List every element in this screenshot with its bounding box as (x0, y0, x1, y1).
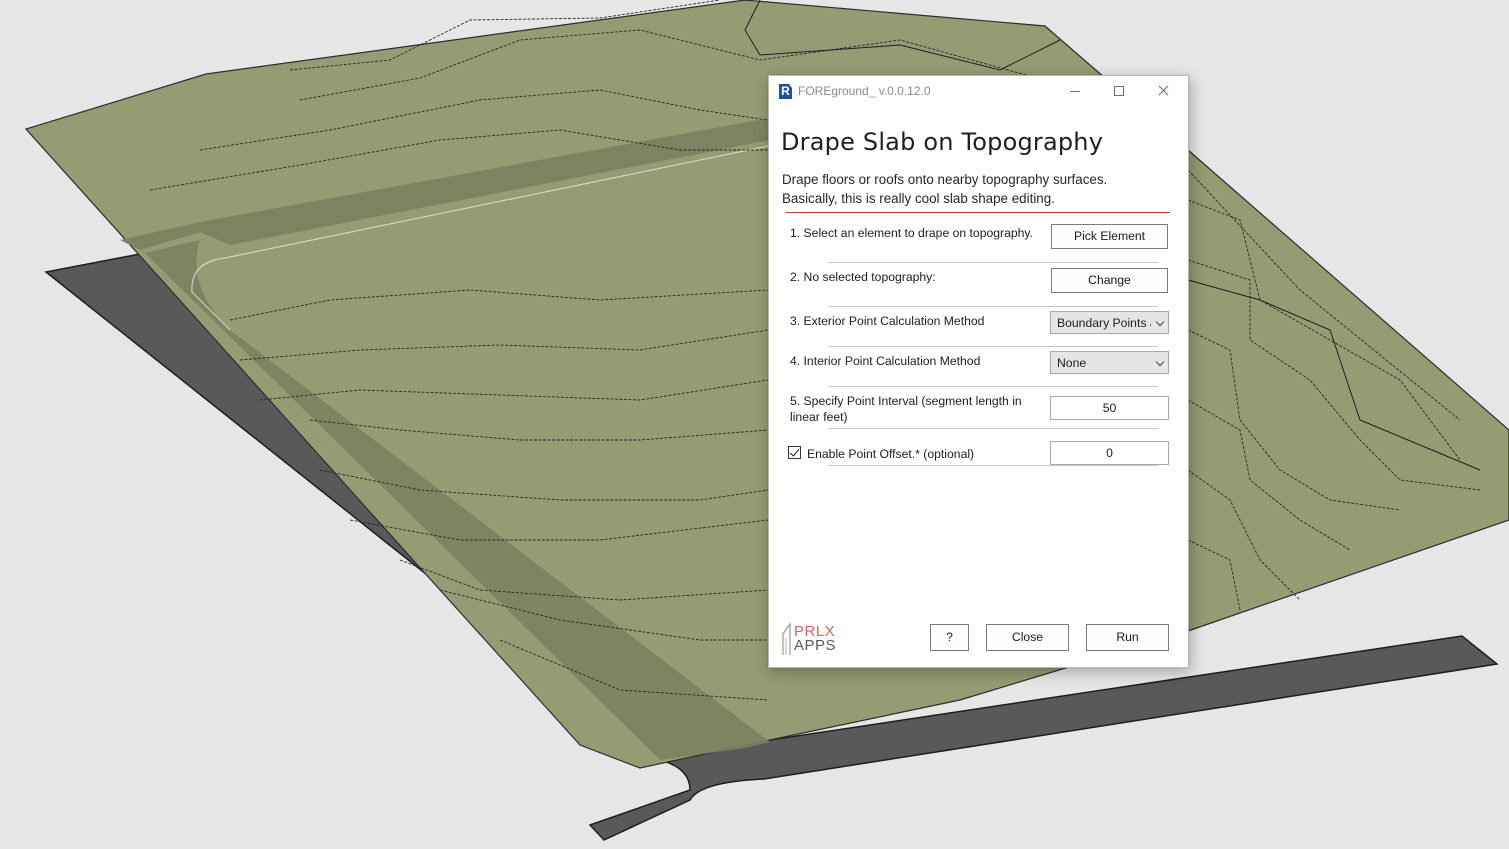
description-line: Basically, this is really cool slab shap… (782, 191, 1055, 206)
revit-icon: R (779, 84, 792, 99)
exterior-method-value: Boundary Points along edges (1057, 316, 1151, 330)
point-interval-label: 5. Specify Point Interval (segment lengt… (790, 394, 1022, 424)
drape-slab-dialog: R FOREground_ v.0.0.12.0 Drape Slab on T… (768, 75, 1189, 668)
logo-text-bottom: APPS (794, 637, 837, 654)
maximize-icon[interactable] (1102, 80, 1136, 102)
prlx-apps-logo: PRLX APPS (782, 622, 842, 656)
exterior-method-select[interactable]: Boundary Points along edges (1050, 311, 1169, 334)
change-topography-button[interactable]: Change (1051, 268, 1168, 293)
interior-method-select[interactable]: None (1050, 351, 1169, 374)
chevron-down-icon (1155, 357, 1165, 367)
row-divider (828, 428, 1158, 429)
point-offset-input[interactable]: 0 (1050, 441, 1169, 465)
description: Drape floors or roofs onto nearby topogr… (782, 170, 1182, 208)
row-divider (828, 306, 1158, 307)
row-divider (828, 262, 1158, 263)
interior-method-label: 4. Interior Point Calculation Method (790, 354, 981, 368)
description-line: Drape floors or roofs onto nearby topogr… (782, 172, 1108, 187)
pick-element-button[interactable]: Pick Element (1051, 224, 1168, 249)
window-title: FOREground_ v.0.0.12.0 (798, 84, 931, 98)
close-icon[interactable] (1147, 80, 1181, 102)
help-button[interactable]: ? (930, 624, 969, 651)
topography-label: 2. No selected topography: (790, 270, 936, 284)
row-divider (828, 346, 1158, 347)
page-title: Drape Slab on Topography (781, 128, 1104, 156)
minimize-icon[interactable] (1058, 80, 1092, 102)
title-bar[interactable]: R FOREground_ v.0.0.12.0 (769, 76, 1188, 106)
row-divider (828, 386, 1158, 387)
accent-divider (786, 212, 1170, 213)
enable-offset-checkbox[interactable] (788, 446, 801, 459)
select-element-label: 1. Select an element to drape on topogra… (790, 226, 1034, 240)
interior-method-value: None (1057, 356, 1087, 370)
chevron-down-icon (1155, 317, 1165, 327)
close-button[interactable]: Close (986, 624, 1069, 651)
run-button[interactable]: Run (1086, 624, 1169, 651)
enable-offset-label: Enable Point Offset.* (optional) (807, 447, 975, 461)
exterior-method-label: 3. Exterior Point Calculation Method (790, 314, 985, 328)
model-viewport[interactable] (0, 0, 1509, 849)
point-interval-input[interactable]: 50 (1050, 396, 1169, 420)
row-divider (828, 465, 1158, 466)
